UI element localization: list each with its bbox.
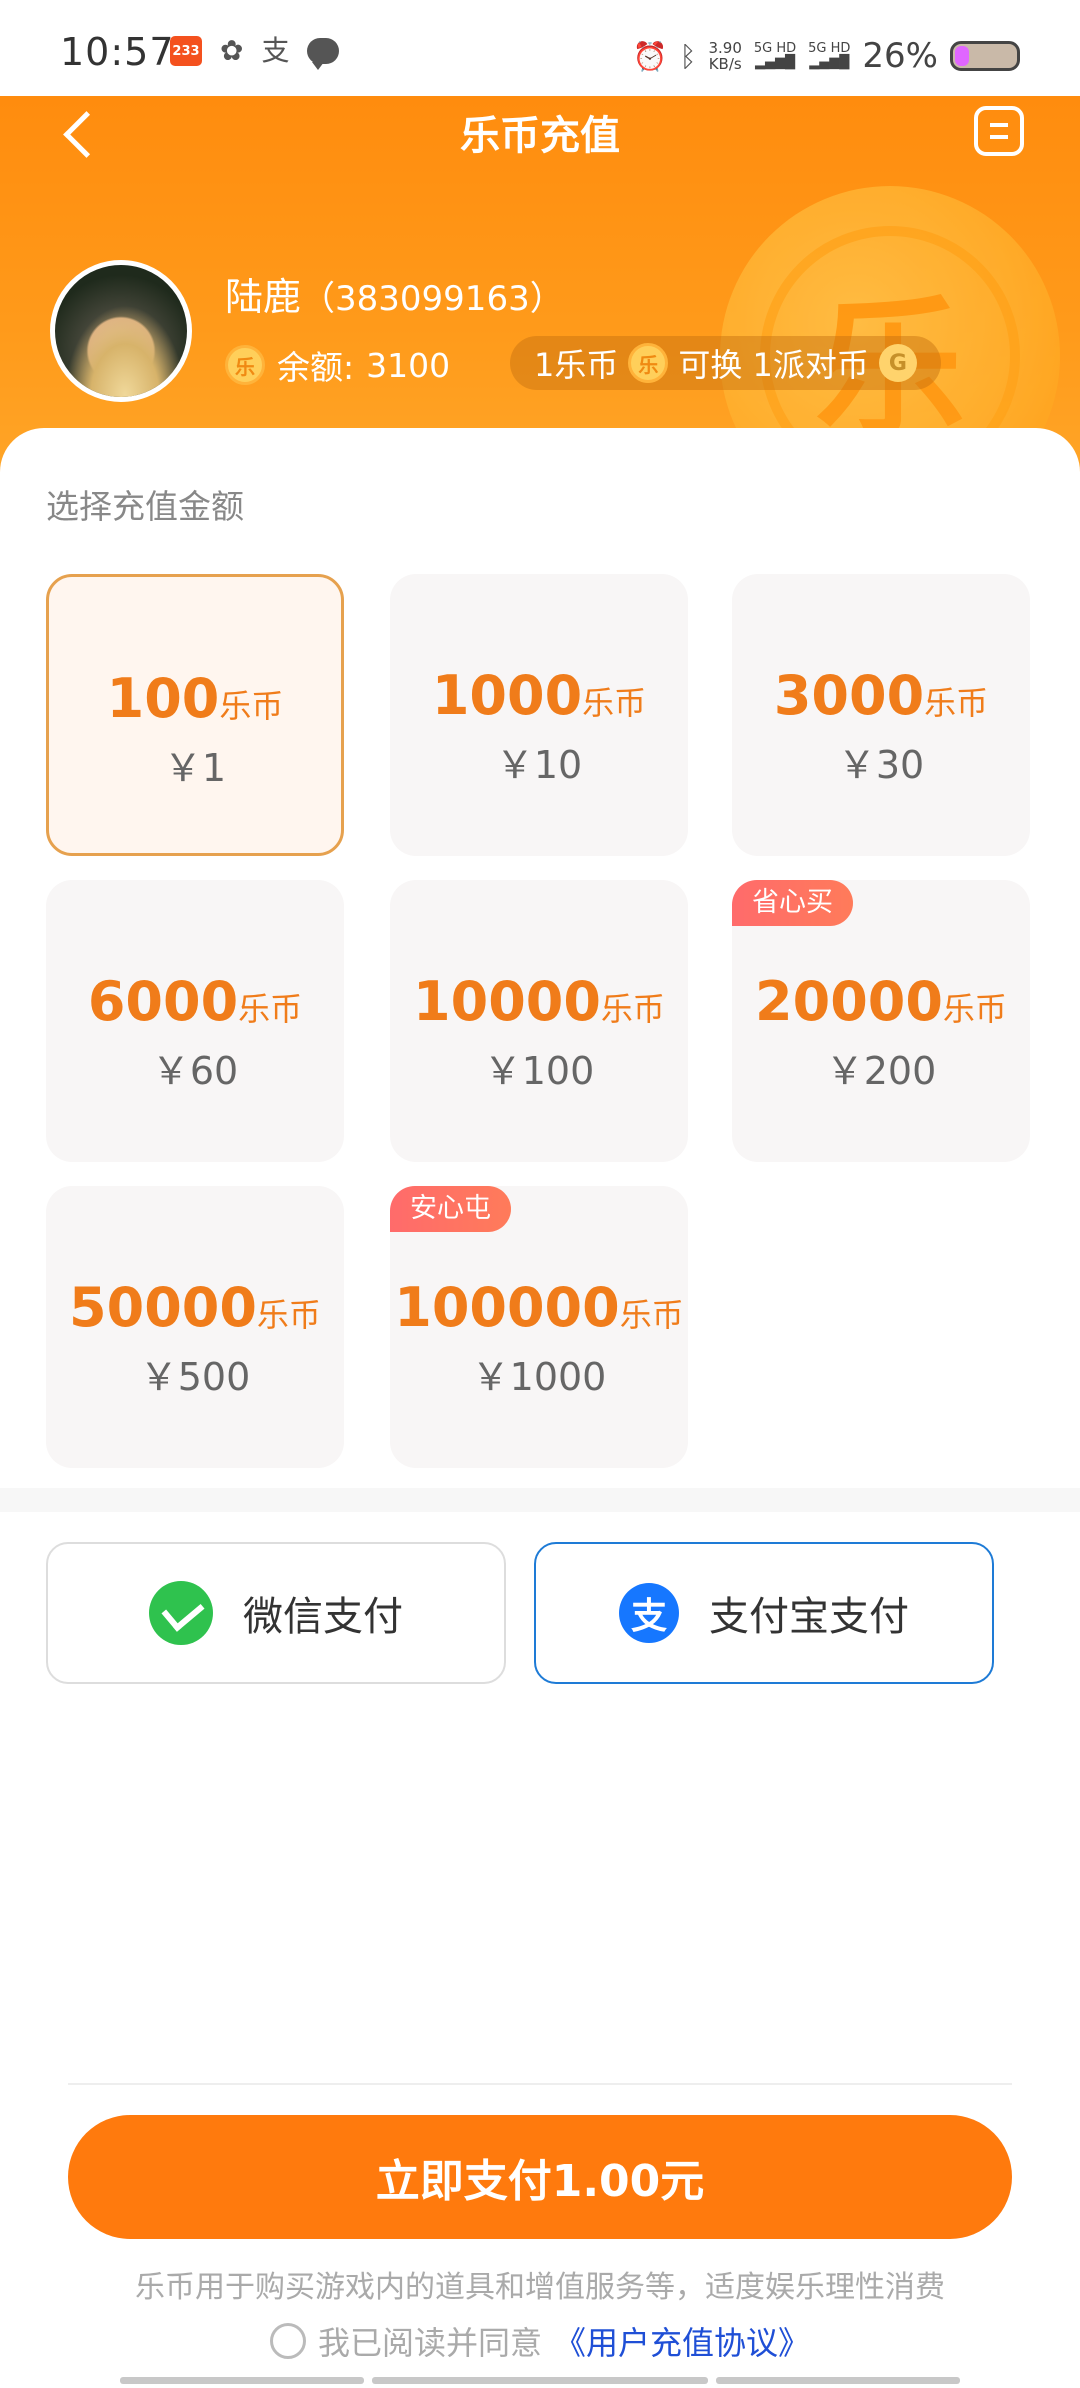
option-unit: 乐币 [582,684,647,722]
status-right: ⏰ ᛒ 3.90 KB/s 5G HD ▂▄▆█ 5G HD ▂▄▆█ 26% [633,36,1020,76]
balance-label: 余额: [277,348,355,387]
wechat-notification-icon: ✿ [220,34,244,67]
option-unit: 乐币 [238,990,303,1028]
option-coins: 100 [106,667,220,730]
header: 乐 乐币充值 陆鹿（383099163） 乐 余额: 3100 1乐币 乐 可换… [0,96,1080,476]
wechat-pay-icon [149,1581,213,1645]
avatar [50,260,192,402]
option-amount: 10000乐币 [390,970,688,1033]
option-coins: 10000 [413,970,601,1033]
recharge-option-1000[interactable]: 1000乐币 ￥10 [390,574,688,856]
disclaimer-text: 乐币用于购买游戏内的道具和增值服务等，适度娱乐理性消费 [135,2270,945,2305]
agreement-link[interactable]: 《用户充值协议》 [554,2318,810,2364]
network-speed: 3.90 KB/s [708,40,741,72]
option-amount: 100乐币 [49,667,341,730]
recharge-option-10000[interactable]: 10000乐币 ￥100 [390,880,688,1162]
option-amount: 20000乐币 [732,970,1030,1033]
signal-2: 5G HD ▂▄▆█ [808,42,850,70]
option-unit: 乐币 [219,687,284,725]
signal-bars-icon: ▂▄▆█ [755,55,796,70]
option-price: ￥100 [483,1049,595,1093]
option-coins: 1000 [431,664,583,727]
recharge-option-6000[interactable]: 6000乐币 ￥60 [46,880,344,1162]
speed-unit: KB/s [708,55,742,73]
option-unit: 乐币 [600,990,665,1028]
lecoin-icon: 乐 [628,343,669,383]
option-price: ￥1 [163,746,227,790]
rate-left: 1乐币 [534,346,619,384]
option-price: ￥10 [495,743,583,787]
alipay-icon: 支 [619,1583,679,1643]
promo-badge: 省心买 [732,880,853,926]
bluetooth-icon: ᛒ [679,39,697,73]
user-id: （383099163） [301,279,564,319]
balance-row: 乐 余额: 3100 [225,341,450,389]
recharge-option-3000[interactable]: 3000乐币 ￥30 [732,574,1030,856]
notification-icons: 233 ✿ 支 [170,34,340,70]
rate-mid: 可换 1派对币 [678,346,869,384]
message-icon [307,38,340,70]
option-price: ￥60 [151,1049,239,1093]
option-coins: 50000 [69,1276,257,1339]
option-coins: 3000 [773,664,925,727]
status-bar: 10:57 233 ✿ 支 ⏰ ᛒ 3.90 KB/s 5G HD ▂▄▆█ 5… [0,0,1080,96]
pay-now-button[interactable]: 立即支付1.00元 [68,2115,1012,2239]
footer-divider [68,2083,1012,2085]
section-divider [0,1488,1080,1512]
option-amount: 3000乐币 [732,664,1030,727]
alarm-icon: ⏰ [632,39,668,73]
recharge-option-50000[interactable]: 50000乐币 ￥500 [46,1186,344,1468]
speed-value: 3.90 [708,39,742,57]
promo-badge: 安心屯 [390,1186,511,1232]
option-unit: 乐币 [924,684,989,722]
option-price: ￥200 [825,1049,937,1093]
option-price: ￥500 [139,1355,251,1399]
recharge-option-20000[interactable]: 省心买 20000乐币 ￥200 [732,880,1030,1162]
signal-1-label: 5G HD [753,41,797,56]
page-title: 乐币充值 [460,113,620,159]
agreement-row: 我已阅读并同意 《用户充值协议》 [0,2318,1080,2364]
balance-value: 3100 [366,345,451,385]
app-233-icon: 233 [170,36,202,66]
party-coin-icon: G [878,344,917,382]
user-name: 陆鹿 [225,275,302,319]
signal-2-label: 5G HD [808,41,851,56]
recharge-option-100[interactable]: 100乐币 ￥1 [46,574,344,856]
option-coins: 20000 [755,970,943,1033]
option-price: ￥1000 [471,1355,607,1399]
battery-icon [950,41,1020,71]
recharge-option-100000[interactable]: 安心屯 100000乐币 ￥1000 [390,1186,688,1468]
option-amount: 6000乐币 [46,970,344,1033]
exchange-rate-pill: 1乐币 乐 可换 1派对币 G [510,336,941,390]
option-unit: 乐币 [256,1296,321,1334]
wechat-pay-label: 微信支付 [243,1594,403,1640]
battery-percent: 26% [862,36,938,76]
option-price: ￥30 [837,743,925,787]
option-amount: 50000乐币 [46,1276,344,1339]
user-name-row: 陆鹿（383099163） [225,266,564,321]
nav-bar-segment [120,2377,364,2384]
alipay-button[interactable]: 支 支付宝支付 [534,1542,994,1684]
records-menu-button[interactable] [974,106,1024,156]
option-amount: 100000乐币 [390,1276,688,1339]
option-coins: 100000 [394,1276,620,1339]
lecoin-icon: 乐 [225,345,265,385]
alipay-label: 支付宝支付 [709,1594,909,1640]
nav-bar-segment [372,2377,708,2384]
agree-text: 我已阅读并同意 [317,2324,542,2362]
option-unit: 乐币 [942,990,1007,1028]
signal-1: 5G HD ▂▄▆█ [754,42,796,70]
alipay-notification-icon: 支 [261,34,290,67]
nav-bar-segment [716,2377,960,2384]
status-time: 10:57 [60,30,175,74]
wechat-pay-button[interactable]: 微信支付 [46,1542,506,1684]
agree-checkbox[interactable] [269,2323,306,2359]
option-coins: 6000 [87,970,239,1033]
signal-bars-icon: ▂▄▆█ [809,55,850,70]
recharge-panel: 选择充值金额 100乐币 ￥1 1000乐币 ￥10 3000乐币 ￥30 60… [0,428,1080,1508]
section-title: 选择充值金额 [46,487,244,526]
option-unit: 乐币 [619,1296,684,1334]
option-amount: 1000乐币 [390,664,688,727]
